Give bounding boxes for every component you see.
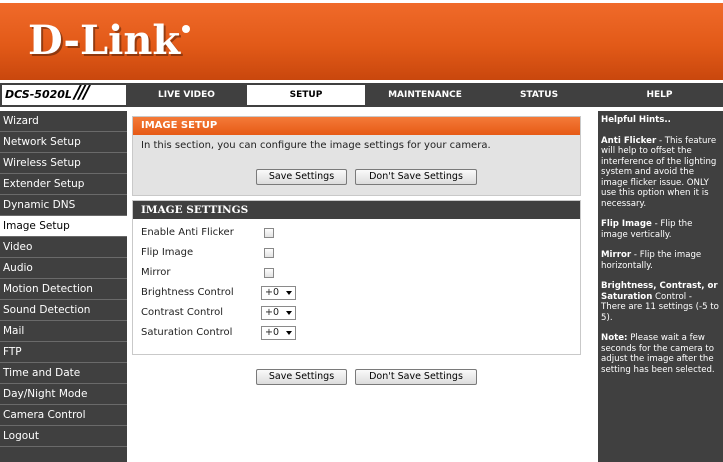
dlink-logo: D-Link bbox=[28, 17, 191, 64]
image-setup-title: IMAGE SETUP bbox=[133, 117, 580, 135]
flip-image-label: Flip Image bbox=[141, 247, 194, 258]
help-panel: Helpful Hints.. Anti Flicker - This feat… bbox=[598, 111, 723, 462]
chevron-down-icon bbox=[286, 291, 292, 295]
image-settings-title: IMAGE SETTINGS bbox=[133, 201, 580, 219]
sidebar-item-video[interactable]: Video bbox=[0, 237, 127, 258]
anti-flicker-checkbox[interactable] bbox=[264, 228, 274, 238]
image-settings-panel: IMAGE SETTINGS Enable Anti Flicker Flip … bbox=[132, 200, 581, 355]
flip-image-checkbox[interactable] bbox=[264, 248, 274, 258]
brightness-label: Brightness Control bbox=[141, 287, 234, 298]
tab-maintenance[interactable]: MAINTENANCE bbox=[369, 85, 481, 105]
contrast-select[interactable]: +0 bbox=[261, 306, 296, 320]
save-settings-button-top[interactable]: Save Settings bbox=[256, 169, 347, 185]
chevron-down-icon bbox=[286, 311, 292, 315]
sidebar-item-audio[interactable]: Audio bbox=[0, 258, 127, 279]
sidebar-item-ftp[interactable]: FTP bbox=[0, 342, 127, 363]
sidebar: Wizard Network Setup Wireless Setup Exte… bbox=[0, 111, 127, 462]
sidebar-item-camera-control[interactable]: Camera Control bbox=[0, 405, 127, 426]
chevron-down-icon bbox=[286, 331, 292, 335]
mirror-checkbox[interactable] bbox=[264, 268, 274, 278]
contrast-label: Contrast Control bbox=[141, 307, 224, 318]
sidebar-item-sound-detection[interactable]: Sound Detection bbox=[0, 300, 127, 321]
help-brightness-contrast-saturation: Brightness, Contrast, or Saturation Cont… bbox=[601, 281, 719, 323]
sidebar-item-mail[interactable]: Mail bbox=[0, 321, 127, 342]
dont-save-settings-button-top[interactable]: Don't Save Settings bbox=[355, 169, 477, 185]
help-flip-image: Flip Image - Flip the image vertically. bbox=[601, 219, 693, 240]
saturation-select[interactable]: +0 bbox=[261, 326, 296, 340]
tab-live-video[interactable]: LIVE VIDEO bbox=[130, 85, 243, 105]
contrast-value: +0 bbox=[265, 307, 280, 318]
sidebar-item-extender-setup[interactable]: Extender Setup bbox=[0, 174, 127, 195]
sidebar-item-dynamic-dns[interactable]: Dynamic DNS bbox=[0, 195, 127, 216]
image-setup-description: In this section, you can configure the i… bbox=[141, 140, 491, 151]
tab-status[interactable]: STATUS bbox=[485, 85, 593, 105]
sidebar-item-time-and-date[interactable]: Time and Date bbox=[0, 363, 127, 384]
sidebar-item-motion-detection[interactable]: Motion Detection bbox=[0, 279, 127, 300]
save-settings-button-bottom[interactable]: Save Settings bbox=[256, 369, 347, 385]
mirror-label: Mirror bbox=[141, 267, 171, 278]
help-title: Helpful Hints.. bbox=[601, 115, 671, 125]
saturation-value: +0 bbox=[265, 327, 280, 338]
dont-save-settings-button-bottom[interactable]: Don't Save Settings bbox=[355, 369, 477, 385]
model-slashes: /// bbox=[74, 82, 90, 103]
sidebar-item-wizard[interactable]: Wizard bbox=[0, 111, 127, 132]
top-navigation: DCS-5020L /// LIVE VIDEO SETUP MAINTENAN… bbox=[0, 83, 723, 107]
main-content: IMAGE SETUP In this section, you can con… bbox=[127, 111, 598, 462]
sidebar-item-day-night-mode[interactable]: Day/Night Mode bbox=[0, 384, 127, 405]
saturation-label: Saturation Control bbox=[141, 327, 233, 338]
header-banner: D-Link bbox=[0, 0, 723, 80]
sidebar-item-network-setup[interactable]: Network Setup bbox=[0, 132, 127, 153]
anti-flicker-label: Enable Anti Flicker bbox=[141, 227, 234, 238]
logo-text: D-Link bbox=[28, 17, 181, 64]
help-note: Note: Please wait a few seconds for the … bbox=[601, 333, 715, 375]
tab-help[interactable]: HELP bbox=[598, 85, 721, 105]
brightness-select[interactable]: +0 bbox=[261, 286, 296, 300]
model-name: DCS-5020L bbox=[5, 88, 72, 101]
brightness-value: +0 bbox=[265, 287, 280, 298]
sidebar-item-wireless-setup[interactable]: Wireless Setup bbox=[0, 153, 127, 174]
image-setup-panel: IMAGE SETUP In this section, you can con… bbox=[132, 116, 581, 196]
sidebar-item-image-setup[interactable]: Image Setup bbox=[0, 216, 127, 237]
model-badge: DCS-5020L /// bbox=[2, 82, 126, 105]
tab-setup[interactable]: SETUP bbox=[247, 85, 365, 105]
logo-dot-icon bbox=[182, 25, 191, 33]
help-mirror: Mirror - Flip the image horizontally. bbox=[601, 250, 702, 271]
help-anti-flicker: Anti Flicker - This feature will help to… bbox=[601, 135, 717, 209]
sidebar-item-logout[interactable]: Logout bbox=[0, 426, 127, 447]
